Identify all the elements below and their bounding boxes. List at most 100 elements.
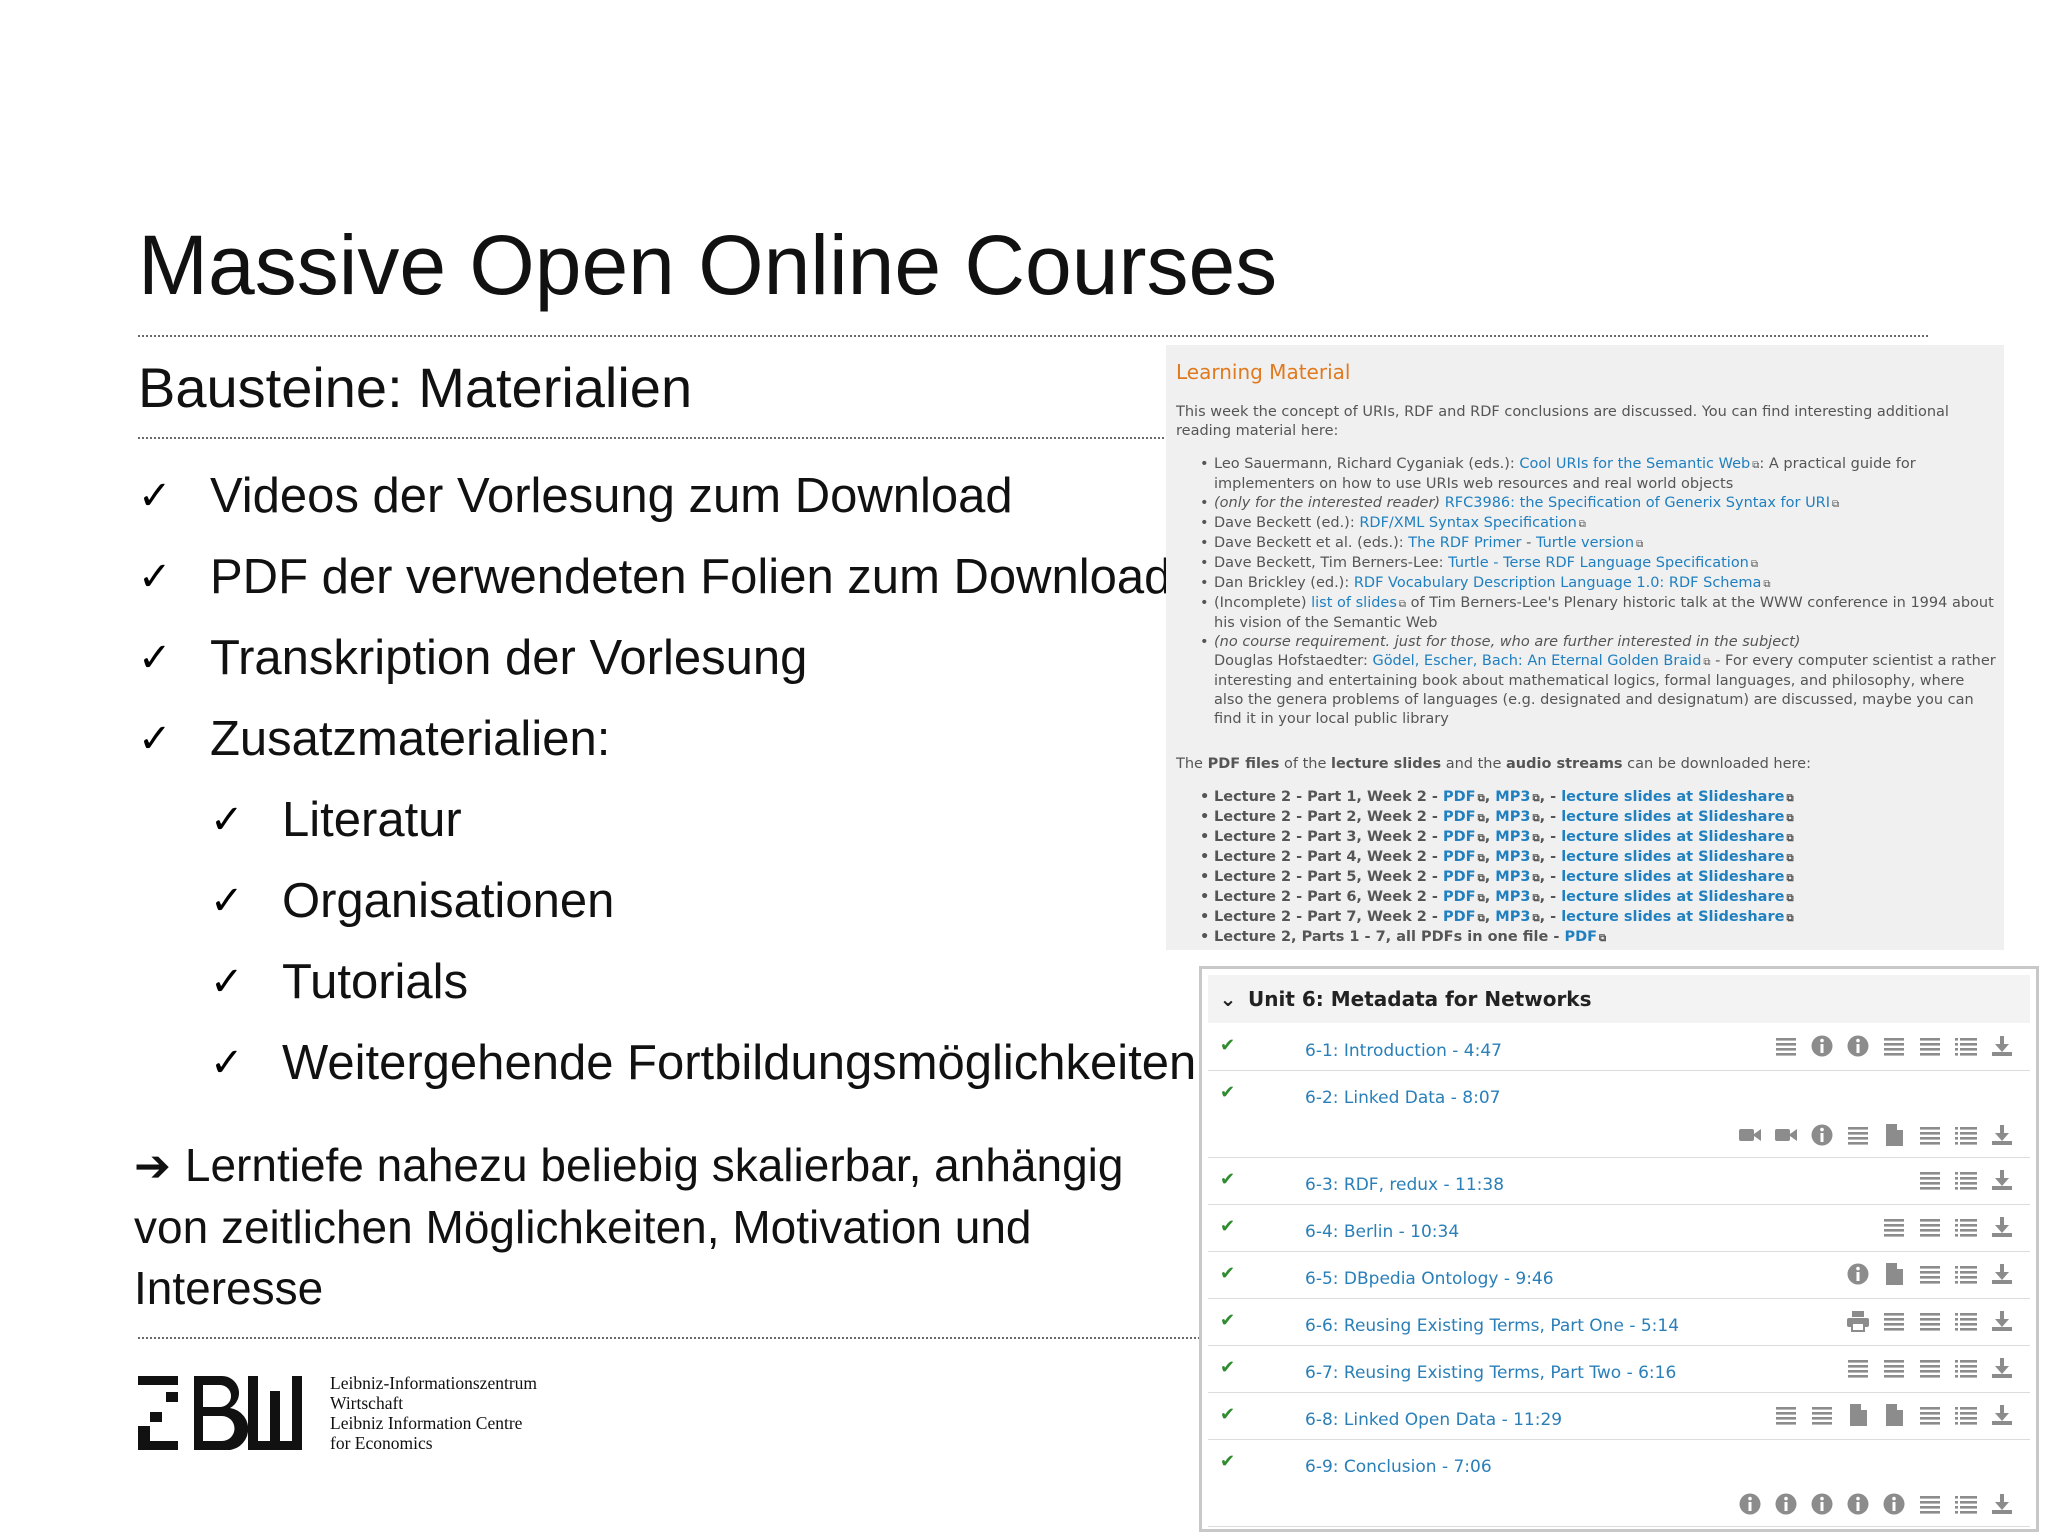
ref-link[interactable]: Turtle version (1536, 535, 1634, 551)
mp3-link[interactable]: MP3 (1495, 889, 1530, 905)
ref-link[interactable]: Turtle - Terse RDF Language Specificatio… (1448, 555, 1749, 571)
pdf-link[interactable]: PDF (1443, 789, 1476, 805)
download-icon[interactable] (1987, 1306, 2016, 1335)
chevron-down-icon[interactable]: ⌄ (1208, 987, 1248, 1011)
mp3-link[interactable]: MP3 (1495, 829, 1530, 845)
unit-item-link[interactable]: 6-7: Reusing Existing Terms, Part Two - … (1305, 1363, 1676, 1383)
slideshare-link[interactable]: lecture slides at Slideshare (1561, 829, 1784, 845)
ref-link[interactable]: list of slides (1311, 595, 1397, 611)
download-icon[interactable] (1987, 1212, 2016, 1241)
numbered-list-icon[interactable] (1951, 1489, 1980, 1518)
ref-link[interactable]: RFC3986: the Specification of Generix Sy… (1445, 495, 1830, 511)
mp3-link[interactable]: MP3 (1495, 909, 1530, 925)
list-icon[interactable] (1771, 1400, 1800, 1429)
numbered-list-icon[interactable] (1951, 1165, 1980, 1194)
ref-link[interactable]: The RDF Primer (1408, 535, 1521, 551)
slideshare-link[interactable]: lecture slides at Slideshare (1561, 849, 1784, 865)
list-icon[interactable] (1807, 1400, 1836, 1429)
slideshare-link[interactable]: lecture slides at Slideshare (1561, 809, 1784, 825)
mp3-link[interactable]: MP3 (1495, 849, 1530, 865)
list-icon[interactable] (1915, 1489, 1944, 1518)
download-icon[interactable] (1987, 1400, 2016, 1429)
info-icon[interactable] (1807, 1489, 1836, 1518)
info-icon[interactable] (1771, 1489, 1800, 1518)
unit-item-actions (1771, 1031, 2016, 1060)
numbered-list-icon[interactable] (1951, 1400, 1980, 1429)
slideshare-link[interactable]: lecture slides at Slideshare (1561, 789, 1784, 805)
ref-link[interactable]: RDF Vocabulary Description Language 1.0:… (1354, 575, 1762, 591)
list-icon[interactable] (1915, 1259, 1944, 1288)
completed-check-icon: ✔ (1220, 1357, 1236, 1378)
numbered-list-icon[interactable] (1951, 1120, 1980, 1149)
numbered-list-icon[interactable] (1951, 1353, 1980, 1382)
numbered-list-icon[interactable] (1951, 1306, 1980, 1335)
video-icon[interactable] (1735, 1120, 1764, 1149)
download-icon[interactable] (1987, 1031, 2016, 1060)
pdf-link[interactable]: PDF (1564, 929, 1597, 945)
info-icon[interactable] (1879, 1489, 1908, 1518)
download-icon[interactable] (1987, 1353, 2016, 1382)
document-icon[interactable] (1879, 1259, 1908, 1288)
pdf-link[interactable]: PDF (1443, 809, 1476, 825)
download-icon[interactable] (1987, 1259, 2016, 1288)
document-icon[interactable] (1879, 1400, 1908, 1429)
unit-item-link[interactable]: 6-9: Conclusion - 7:06 (1305, 1457, 1492, 1477)
slideshare-link[interactable]: lecture slides at Slideshare (1561, 909, 1784, 925)
list-icon[interactable] (1879, 1306, 1908, 1335)
mp3-link[interactable]: MP3 (1495, 789, 1530, 805)
print-icon[interactable] (1843, 1306, 1872, 1335)
mp3-link[interactable]: MP3 (1495, 869, 1530, 885)
unit-header[interactable]: ⌄ Unit 6: Metadata for Networks (1208, 975, 2030, 1023)
unit-item-link[interactable]: 6-1: Introduction - 4:47 (1305, 1041, 1502, 1061)
list-icon[interactable] (1915, 1212, 1944, 1241)
ref-text: The (1176, 756, 1208, 772)
list-icon[interactable] (1915, 1165, 1944, 1194)
numbered-list-icon[interactable] (1951, 1212, 1980, 1241)
download-icon[interactable] (1987, 1120, 2016, 1149)
unit-item-link[interactable]: 6-2: Linked Data - 8:07 (1305, 1088, 1500, 1108)
video-icon[interactable] (1771, 1120, 1800, 1149)
list-icon[interactable] (1915, 1120, 1944, 1149)
pdf-link[interactable]: PDF (1443, 909, 1476, 925)
info-icon[interactable] (1807, 1120, 1836, 1149)
info-icon[interactable] (1735, 1489, 1764, 1518)
list-icon[interactable] (1879, 1353, 1908, 1382)
slideshare-link[interactable]: lecture slides at Slideshare (1561, 889, 1784, 905)
mp3-link[interactable]: MP3 (1495, 809, 1530, 825)
info-icon[interactable] (1843, 1489, 1872, 1518)
pdf-link[interactable]: PDF (1443, 869, 1476, 885)
list-icon[interactable] (1915, 1306, 1944, 1335)
document-icon[interactable] (1843, 1400, 1872, 1429)
slideshare-link[interactable]: lecture slides at Slideshare (1561, 869, 1784, 885)
pdf-link[interactable]: PDF (1443, 849, 1476, 865)
pdf-link[interactable]: PDF (1443, 889, 1476, 905)
info-icon[interactable] (1843, 1031, 1872, 1060)
ref-link[interactable]: Gödel, Escher, Bach: An Eternal Golden B… (1372, 653, 1701, 669)
unit-item-link[interactable]: 6-3: RDF, redux - 11:38 (1305, 1175, 1504, 1195)
list-icon[interactable] (1915, 1400, 1944, 1429)
lecture-label: Lecture 2 - Part 2, Week 2 - (1214, 809, 1443, 825)
list-icon[interactable] (1915, 1353, 1944, 1382)
ref-text: Dave Beckett et al. (eds.): (1214, 535, 1409, 551)
unit-item-link[interactable]: 6-6: Reusing Existing Terms, Part One - … (1305, 1316, 1679, 1336)
list-icon[interactable] (1771, 1031, 1800, 1060)
list-icon[interactable] (1843, 1353, 1872, 1382)
unit-item-link[interactable]: 6-4: Berlin - 10:34 (1305, 1222, 1459, 1242)
document-icon[interactable] (1879, 1120, 1908, 1149)
ref-link[interactable]: RDF/XML Syntax Specification (1359, 515, 1576, 531)
ref-link[interactable]: Cool URIs for the Semantic Web (1519, 456, 1750, 472)
download-icon[interactable] (1987, 1489, 2016, 1518)
list-icon[interactable] (1915, 1031, 1944, 1060)
list-icon[interactable] (1843, 1120, 1872, 1149)
download-icon[interactable] (1987, 1165, 2016, 1194)
info-icon[interactable] (1807, 1031, 1836, 1060)
completed-check-icon: ✔ (1220, 1169, 1236, 1190)
pdf-link[interactable]: PDF (1443, 829, 1476, 845)
list-icon[interactable] (1879, 1031, 1908, 1060)
list-icon[interactable] (1879, 1212, 1908, 1241)
unit-item-link[interactable]: 6-8: Linked Open Data - 11:29 (1305, 1410, 1562, 1430)
numbered-list-icon[interactable] (1951, 1259, 1980, 1288)
unit-item-link[interactable]: 6-5: DBpedia Ontology - 9:46 (1305, 1269, 1554, 1289)
numbered-list-icon[interactable] (1951, 1031, 1980, 1060)
info-icon[interactable] (1843, 1259, 1872, 1288)
